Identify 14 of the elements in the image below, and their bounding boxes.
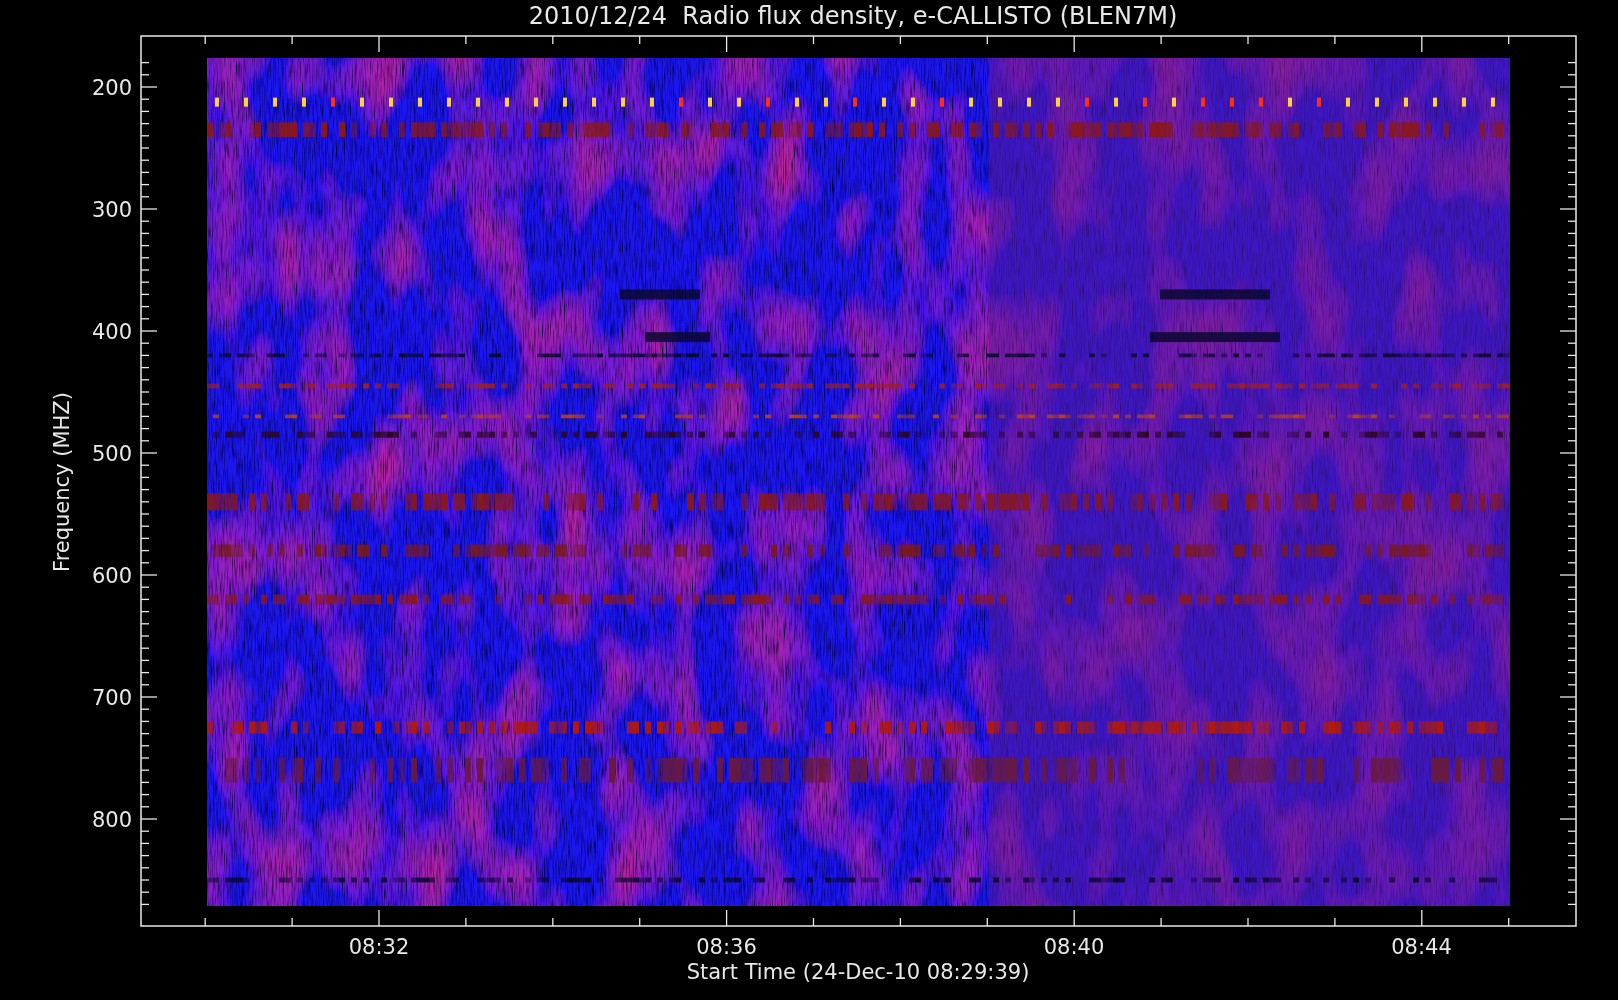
x-tick-label: 08:40 [1043,935,1105,959]
y-tick-label: 600 [91,564,132,588]
y-tick-label: 700 [91,686,132,710]
y-tick-label: 300 [91,198,132,222]
y-tick-label: 400 [91,320,132,344]
x-tick-label: 08:44 [1391,935,1452,959]
y-tick-label: 200 [91,76,132,100]
x-tick-label: 08:32 [348,935,410,959]
y-axis-label: Frequency (MHZ) [50,392,74,572]
y-tick-label: 800 [91,808,132,832]
y-tick-label: 500 [91,442,132,466]
plot-title: 2010/12/24 Radio flux density, e-CALLISTO (BLEN7M) [528,2,1178,30]
x-tick-label: 08:36 [696,935,757,959]
x-axis-label: Start Time (24-Dec-10 08:29:39) [686,960,1030,984]
